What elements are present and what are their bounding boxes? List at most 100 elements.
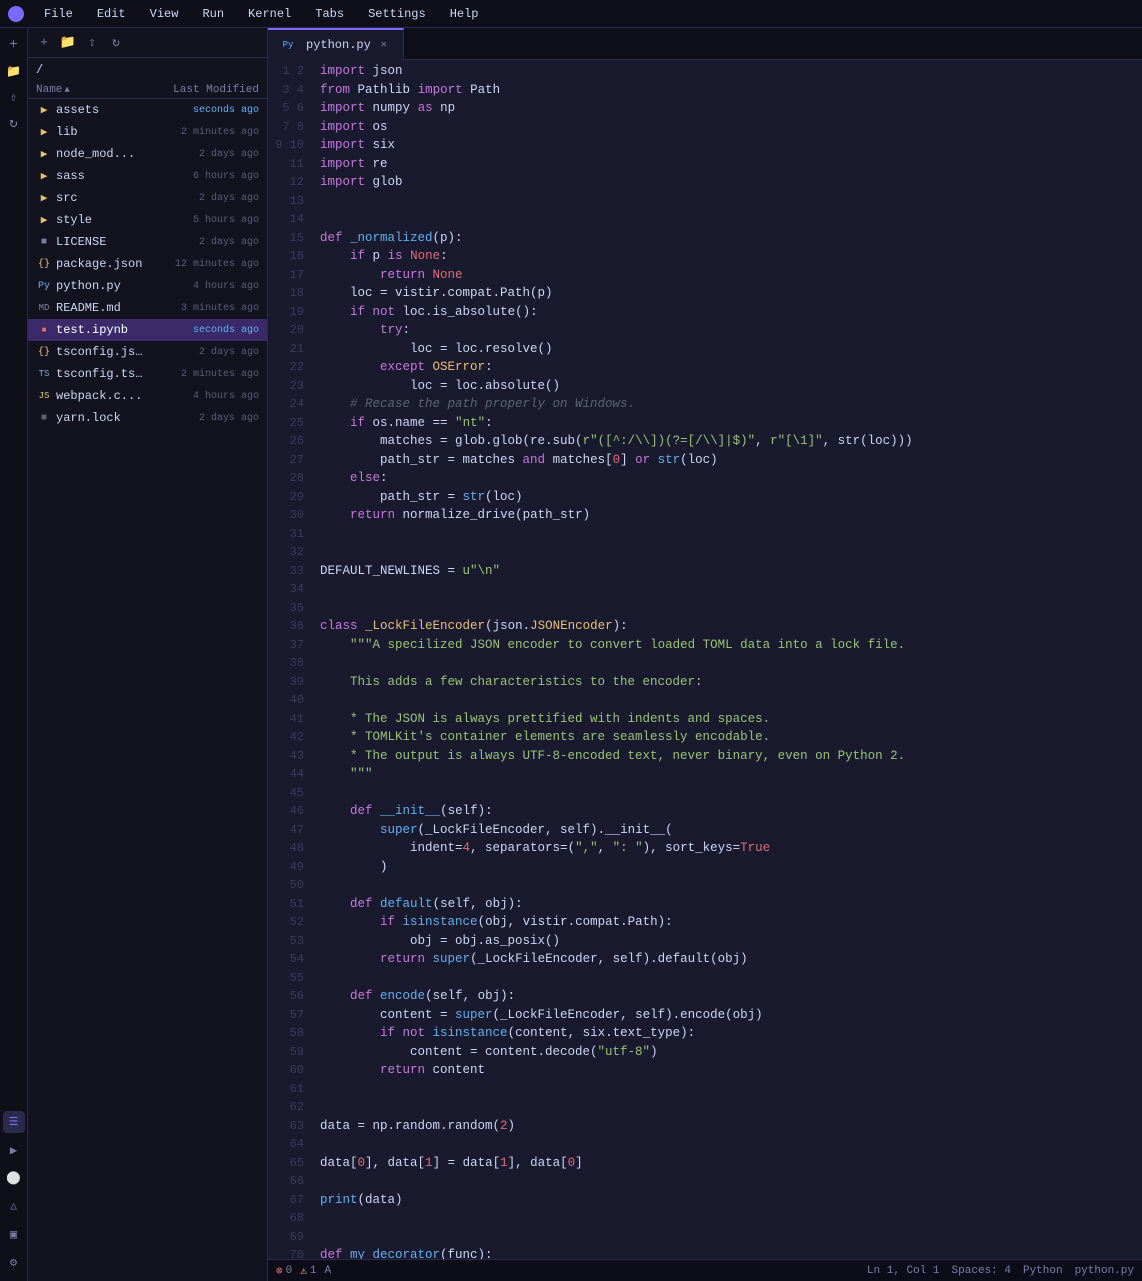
- error-icon: ⊗: [276, 1264, 283, 1278]
- code-content[interactable]: import json from Pathlib import Path imp…: [312, 60, 1142, 1259]
- list-item[interactable]: {} tsconfig.json 2 days ago: [28, 341, 267, 363]
- tab-close-btn[interactable]: ✕: [377, 38, 391, 52]
- list-item[interactable]: Py python.py 4 hours ago: [28, 275, 267, 297]
- file-tree[interactable]: Name ▲ Last Modified ▶ assets seconds ag…: [28, 82, 267, 1281]
- info-item[interactable]: A: [324, 1265, 331, 1277]
- debug-icon[interactable]: △: [3, 1195, 25, 1217]
- file-modified: 2 days ago: [149, 149, 259, 160]
- list-item[interactable]: ▶ sass 6 hours ago: [28, 165, 267, 187]
- explorer-icon[interactable]: ☰: [3, 1111, 25, 1133]
- upload-btn[interactable]: ⇧: [82, 33, 102, 53]
- extensions-icon[interactable]: ▣: [3, 1223, 25, 1245]
- tab-icon: Py: [280, 37, 296, 53]
- file-modified: 2 days ago: [149, 193, 259, 204]
- md-file-icon: MD: [36, 300, 52, 316]
- list-item[interactable]: ▶ node_mod... 2 days ago: [28, 143, 267, 165]
- list-item[interactable]: ■ LICENSE 2 days ago: [28, 231, 267, 253]
- list-item[interactable]: {} package.json 12 minutes ago: [28, 253, 267, 275]
- file-name: lib: [56, 125, 149, 139]
- file-modified: 5 hours ago: [149, 215, 259, 226]
- warning-count[interactable]: ⚠ 1: [300, 1264, 316, 1278]
- menu-help[interactable]: Help: [446, 5, 483, 23]
- tab-label: python.py: [306, 38, 371, 52]
- file-name: package.json: [56, 257, 149, 271]
- list-item[interactable]: ■ test.ipynb seconds ago: [28, 319, 267, 341]
- file-modified: 2 days ago: [149, 413, 259, 424]
- breadcrumb: /: [28, 58, 267, 82]
- file-name: tsconfig.json: [56, 345, 149, 359]
- file-modified: seconds ago: [149, 105, 259, 116]
- menu-file[interactable]: File: [40, 5, 77, 23]
- list-item[interactable]: TS tsconfig.ts... 2 minutes ago: [28, 363, 267, 385]
- file-name: LICENSE: [56, 235, 149, 249]
- file-name: webpack.c...: [56, 389, 149, 403]
- gear-icon[interactable]: ⚙: [3, 1251, 25, 1273]
- list-item[interactable]: ■ yarn.lock 2 days ago: [28, 407, 267, 429]
- sidebar: + 📁 ⇧ ↻ / Name ▲ Last Modified ▶ assets: [28, 28, 268, 1281]
- new-file-btn[interactable]: +: [34, 33, 54, 53]
- folder-icon: ▶: [36, 146, 52, 162]
- app-icon: [8, 6, 24, 22]
- spaces-info: Spaces: 4: [952, 1265, 1011, 1277]
- menu-view[interactable]: View: [146, 5, 183, 23]
- error-count[interactable]: ⊗ 0: [276, 1264, 292, 1278]
- menu-kernel[interactable]: Kernel: [244, 5, 295, 23]
- list-item[interactable]: ▶ src 2 days ago: [28, 187, 267, 209]
- filename-status: python.py: [1075, 1265, 1134, 1277]
- file-name: python.py: [56, 279, 149, 293]
- file-modified: 4 hours ago: [149, 391, 259, 402]
- tab-bar: Py python.py ✕: [268, 28, 1142, 60]
- js-file-icon: JS: [36, 388, 52, 404]
- file-name: tsconfig.ts...: [56, 367, 149, 381]
- menu-settings[interactable]: Settings: [364, 5, 430, 23]
- status-right: Ln 1, Col 1 Spaces: 4 Python python.py: [867, 1265, 1134, 1277]
- json-file-icon: {}: [36, 344, 52, 360]
- sidebar-toolbar: + 📁 ⇧ ↻: [28, 28, 267, 58]
- file-name: style: [56, 213, 149, 227]
- file-name: test.ipynb: [56, 323, 149, 337]
- line-numbers: 1 2 3 4 5 6 7 8 9 10 11 12 13 14 15 16 1…: [268, 60, 312, 1259]
- folder-icon: ▶: [36, 102, 52, 118]
- file-table-header: Name ▲ Last Modified: [28, 82, 267, 99]
- folder-icon: ▶: [36, 190, 52, 206]
- file-name: sass: [56, 169, 149, 183]
- refresh-icon[interactable]: ↻: [3, 112, 25, 134]
- file-name: src: [56, 191, 149, 205]
- status-bar: ⊗ 0 ⚠ 1 A Ln 1, Col 1 Spaces: 4 Python p…: [268, 1259, 1142, 1281]
- lock-file-icon: ■: [36, 410, 52, 426]
- menu-edit[interactable]: Edit: [93, 5, 130, 23]
- list-item[interactable]: ▶ lib 2 minutes ago: [28, 121, 267, 143]
- file-modified: 2 minutes ago: [149, 369, 259, 380]
- list-item[interactable]: ▶ style 5 hours ago: [28, 209, 267, 231]
- py-file-icon: Py: [36, 278, 52, 294]
- new-file-icon[interactable]: +: [3, 34, 25, 56]
- warning-icon: ⚠: [300, 1264, 307, 1278]
- menu-bar: File Edit View Run Kernel Tabs Settings …: [0, 0, 1142, 28]
- new-folder-btn[interactable]: 📁: [58, 33, 78, 53]
- file-modified: seconds ago: [149, 325, 259, 336]
- file-modified: 2 days ago: [149, 347, 259, 358]
- code-editor[interactable]: 1 2 3 4 5 6 7 8 9 10 11 12 13 14 15 16 1…: [268, 60, 1142, 1259]
- menu-run[interactable]: Run: [198, 5, 228, 23]
- source-control-icon[interactable]: ⚪: [3, 1167, 25, 1189]
- search-icon[interactable]: ▶: [3, 1139, 25, 1161]
- list-item[interactable]: MD README.md 3 minutes ago: [28, 297, 267, 319]
- col-modified-header: Last Modified: [149, 84, 259, 96]
- refresh-btn[interactable]: ↻: [106, 33, 126, 53]
- tab-python-py[interactable]: Py python.py ✕: [268, 28, 404, 60]
- file-name: yarn.lock: [56, 411, 149, 425]
- file-modified: 12 minutes ago: [149, 259, 259, 270]
- list-item[interactable]: ▶ assets seconds ago: [28, 99, 267, 121]
- language-mode[interactable]: Python: [1023, 1265, 1063, 1277]
- file-name: README.md: [56, 301, 149, 315]
- col-name-header[interactable]: Name ▲: [36, 84, 149, 96]
- folder-open-icon[interactable]: 📁: [3, 60, 25, 82]
- folder-icon: ▶: [36, 124, 52, 140]
- file-modified: 4 hours ago: [149, 281, 259, 292]
- upload-icon[interactable]: ⇧: [3, 86, 25, 108]
- file-name: assets: [56, 103, 149, 117]
- list-item[interactable]: JS webpack.c... 4 hours ago: [28, 385, 267, 407]
- file-modified: 2 minutes ago: [149, 127, 259, 138]
- file-modified: 6 hours ago: [149, 171, 259, 182]
- menu-tabs[interactable]: Tabs: [311, 5, 348, 23]
